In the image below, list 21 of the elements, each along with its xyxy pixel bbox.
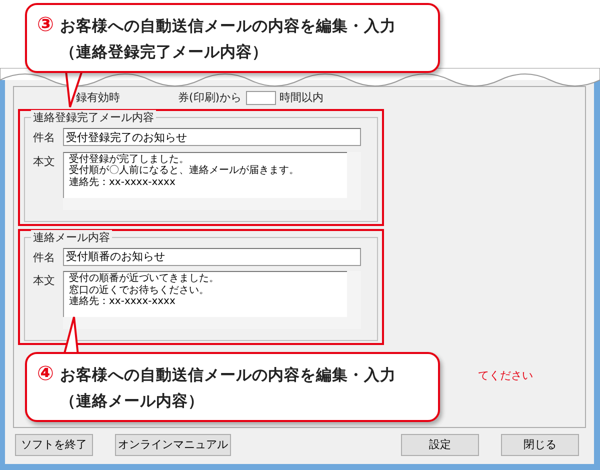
field-label: 件名 <box>33 250 56 266</box>
field-label: 本文 <box>33 273 56 289</box>
subject-field[interactable]: 受付順番のお知らせ <box>63 248 361 266</box>
window-button[interactable]: ソフトを終了 <box>15 434 93 456</box>
window-button[interactable]: 閉じる <box>501 434 579 456</box>
body-field[interactable]: 受付の順番が近づいてきました。 窓口の近くでお待ちください。 連絡先：xx-xxxx-xxxx <box>63 271 347 317</box>
field-label: 件名 <box>33 130 56 146</box>
window-button[interactable]: オンラインマニュアル <box>115 434 231 456</box>
label-text: 券(印刷)から <box>178 90 242 106</box>
window-button[interactable]: 設定 <box>401 434 479 456</box>
hours-field[interactable] <box>246 91 276 105</box>
step-number: ④ <box>37 362 54 387</box>
label-text: 録有効時 <box>76 90 120 106</box>
callout-text: お客様への自動送信メールの内容を編集・入力 （連絡登録完了メール内容） <box>60 16 396 63</box>
note-text: てください <box>478 368 533 384</box>
step-number: ③ <box>37 13 54 38</box>
body-field[interactable]: 受付登録が完了しました。 受付順が〇人前になると、連絡メールが届きます。 連絡先：xx-xxxx-xxxx <box>63 152 347 198</box>
label-text: 時間以内 <box>280 90 324 106</box>
subject-field[interactable]: 受付登録完了のお知らせ <box>63 128 361 146</box>
field-label: 本文 <box>33 154 56 170</box>
callout-text: お客様への自動送信メールの内容を編集・入力 （連絡メール内容） <box>60 365 396 412</box>
